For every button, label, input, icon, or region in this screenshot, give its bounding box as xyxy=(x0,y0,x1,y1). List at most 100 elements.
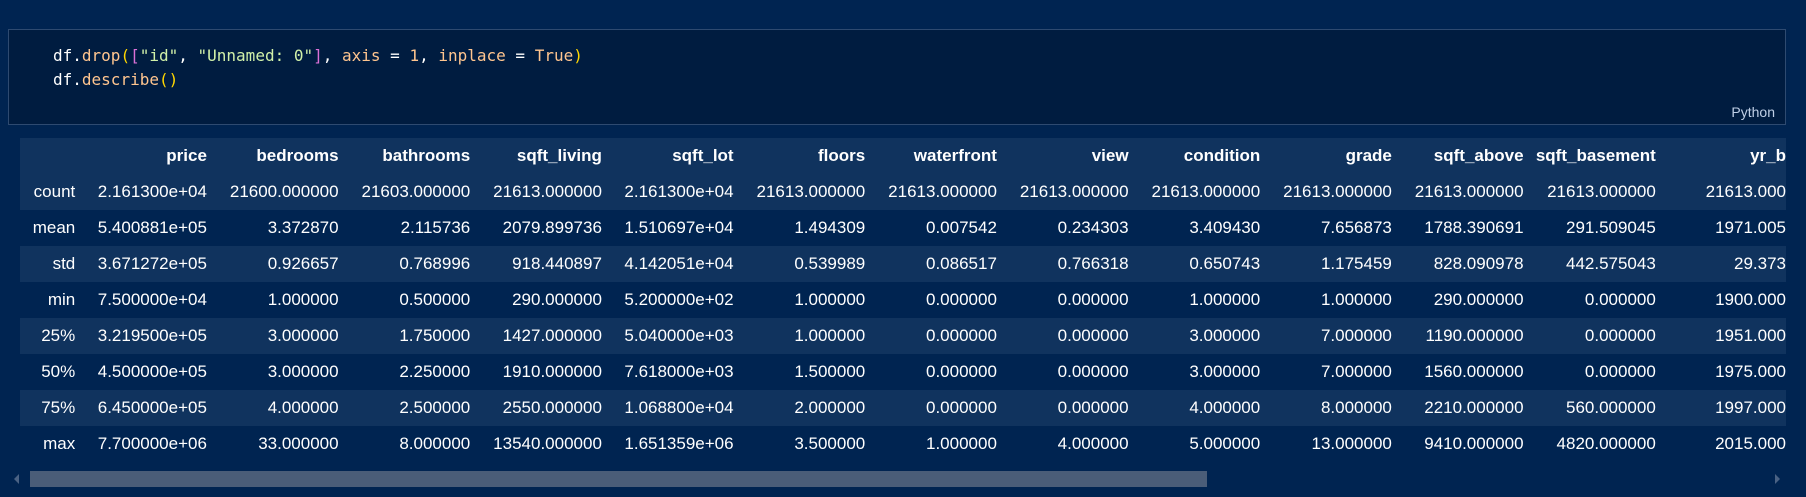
table-row: mean 5.400881e+05 3.372870 2.115736 2079.899… xyxy=(20,210,1786,246)
code-cell[interactable]: df.drop(["id", "Unnamed: 0"], axis = 1, … xyxy=(8,29,1786,125)
table-cell: 0.000000 xyxy=(865,282,997,318)
table-cell: 3.000000 xyxy=(206,354,339,390)
table-cell: 2.500000 xyxy=(338,390,471,426)
horizontal-scrollbar[interactable] xyxy=(8,470,1786,488)
table-cell: 4.000000 xyxy=(996,426,1129,456)
column-header: waterfront xyxy=(865,138,997,174)
table-cell: 1.510697e+04 xyxy=(601,210,734,246)
table-cell: 291.509045 xyxy=(1523,210,1656,246)
scroll-right-arrow-icon[interactable] xyxy=(1775,474,1780,484)
table-cell: 4.142051e+04 xyxy=(601,246,734,282)
row-index-label: count xyxy=(20,174,76,210)
table-cell: 1.000000 xyxy=(1260,282,1392,318)
scroll-thumb[interactable] xyxy=(30,471,1207,487)
table-cell: 0.000000 xyxy=(1523,354,1656,390)
code-token: ] xyxy=(313,46,323,65)
table-cell: 0.926657 xyxy=(206,246,339,282)
column-header: bedrooms xyxy=(206,138,339,174)
table-cell: 21613.000000 xyxy=(470,174,602,210)
table-cell: 3.372870 xyxy=(206,210,339,246)
table-cell: 4820.000000 xyxy=(1523,426,1656,456)
table-cell: 560.000000 xyxy=(1523,390,1656,426)
code-token: , xyxy=(178,46,198,65)
table-cell: 21613.000000 xyxy=(733,174,866,210)
table-cell: 0.650743 xyxy=(1128,246,1261,282)
table-body: count 2.161300e+04 21600.000000 21603.00000… xyxy=(20,174,1786,456)
table-cell: 5.040000e+03 xyxy=(601,318,734,354)
table-cell: 0.000000 xyxy=(996,282,1129,318)
code-token: . xyxy=(72,70,82,89)
table-cell: 33.000000 xyxy=(206,426,339,456)
cell-output: price bedrooms bathrooms sqft_living sqft_lo… xyxy=(20,138,1786,456)
table-cell: 1.000000 xyxy=(1128,282,1261,318)
table-cell: 1.000000 xyxy=(733,318,866,354)
table-cell: 1.000000 xyxy=(733,282,866,318)
table-cell: 4.500000e+05 xyxy=(75,354,207,390)
column-header: price xyxy=(75,138,207,174)
table-cell: 2079.899736 xyxy=(470,210,602,246)
table-cell: 0.234303 xyxy=(996,210,1129,246)
table-cell: 21613.000000 xyxy=(1260,174,1392,210)
column-header: yr_b xyxy=(1655,138,1786,174)
code-token: () xyxy=(158,70,179,89)
code-editor[interactable]: df.drop(["id", "Unnamed: 0"], axis = 1, … xyxy=(53,44,583,92)
table-cell: 29.373 xyxy=(1655,246,1786,282)
table-header-row: price bedrooms bathrooms sqft_living sqft_lo… xyxy=(20,138,1786,174)
row-index-label: 25% xyxy=(20,318,76,354)
table-cell: 21613.000 xyxy=(1655,174,1786,210)
table-cell: 6.450000e+05 xyxy=(75,390,207,426)
table-cell: 3.000000 xyxy=(206,318,339,354)
table-cell: 21613.000000 xyxy=(1128,174,1261,210)
column-header: view xyxy=(996,138,1129,174)
table-cell: 4.000000 xyxy=(1128,390,1261,426)
code-token: "Unnamed: 0" xyxy=(197,46,314,65)
code-token: axis xyxy=(342,46,381,65)
table-cell: 1.500000 xyxy=(733,354,866,390)
table-cell: 0.768996 xyxy=(338,246,471,282)
table-cell: 3.671272e+05 xyxy=(75,246,207,282)
table-cell: 0.000000 xyxy=(865,390,997,426)
table-cell: 0.000000 xyxy=(996,318,1129,354)
code-token: = xyxy=(380,46,410,65)
table-cell: 290.000000 xyxy=(470,282,602,318)
table-cell: 0.000000 xyxy=(865,318,997,354)
code-token: 1 xyxy=(409,46,420,65)
table-row: 50% 4.500000e+05 3.000000 2.250000 1910.0000… xyxy=(20,354,1786,390)
table-cell: 7.618000e+03 xyxy=(601,354,734,390)
code-token: df xyxy=(53,46,73,65)
column-header: floors xyxy=(733,138,866,174)
table-cell: 2.250000 xyxy=(338,354,471,390)
table-cell: 0.000000 xyxy=(996,390,1129,426)
scroll-left-arrow-icon[interactable] xyxy=(14,474,19,484)
table-cell: 1788.390691 xyxy=(1391,210,1524,246)
column-header: grade xyxy=(1260,138,1392,174)
code-line: df.describe() xyxy=(53,68,583,92)
table-cell: 1.651359e+06 xyxy=(601,426,734,456)
table-cell: 2550.000000 xyxy=(470,390,602,426)
table-cell: 7.700000e+06 xyxy=(75,426,207,456)
code-token: ) xyxy=(573,46,583,65)
code-token: inplace xyxy=(438,46,506,65)
code-token: df xyxy=(53,70,73,89)
column-header: sqft_lot xyxy=(601,138,734,174)
table-cell: 2.115736 xyxy=(338,210,471,246)
notebook-page: df.drop(["id", "Unnamed: 0"], axis = 1, … xyxy=(0,0,1806,497)
table-cell: 2210.000000 xyxy=(1391,390,1524,426)
language-label[interactable]: Python xyxy=(1731,104,1775,120)
table-cell: 918.440897 xyxy=(470,246,602,282)
table-cell: 1.494309 xyxy=(733,210,866,246)
table-cell: 0.539989 xyxy=(733,246,866,282)
table-cell: 1971.005 xyxy=(1655,210,1786,246)
code-token: ( xyxy=(120,46,131,65)
table-cell: 8.000000 xyxy=(338,426,471,456)
table-cell: 0.500000 xyxy=(338,282,471,318)
table-cell: 0.000000 xyxy=(1523,282,1656,318)
table-cell: 13.000000 xyxy=(1260,426,1392,456)
table-cell: 3.409430 xyxy=(1128,210,1261,246)
column-header: bathrooms xyxy=(338,138,471,174)
row-index-label: 50% xyxy=(20,354,76,390)
table-cell: 13540.000000 xyxy=(470,426,602,456)
table-cell: 7.000000 xyxy=(1260,318,1392,354)
row-index-label: std xyxy=(20,246,76,282)
table-cell: 5.000000 xyxy=(1128,426,1261,456)
